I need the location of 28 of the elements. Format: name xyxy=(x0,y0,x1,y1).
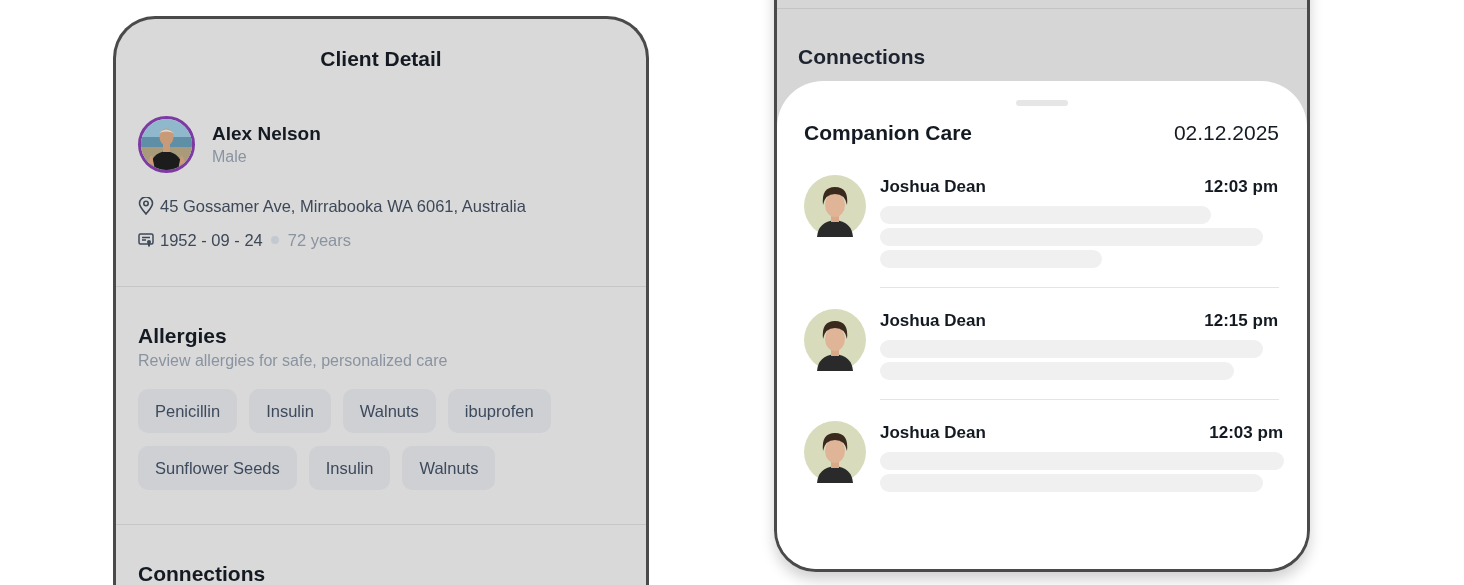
allergy-tag: Sunflower Seeds xyxy=(138,446,297,490)
section-subtitle: Review allergies for safe, personalized care xyxy=(138,351,449,371)
allergy-tag: Walnuts xyxy=(402,446,496,490)
person-name: Joshua Dean xyxy=(880,423,986,443)
section-title: Allergies xyxy=(138,323,228,349)
allergy-tag: Insulin xyxy=(249,389,331,433)
section-title: Connections xyxy=(797,44,927,70)
allergy-tag: ibuprofen xyxy=(447,389,551,433)
allergy-tag: Penicillin xyxy=(138,389,238,433)
sheet-title: Companion Care xyxy=(804,121,973,145)
sheet-handle[interactable] xyxy=(1015,100,1068,106)
person-name: Joshua Dean xyxy=(880,177,986,197)
entry-time: 12:03 pm xyxy=(1204,177,1278,197)
allergy-tag: Walnuts xyxy=(342,389,436,433)
certificate-icon xyxy=(138,232,154,248)
entry-time: 12:15 pm xyxy=(1204,311,1278,331)
entry-time: 12:03 pm xyxy=(1209,423,1283,443)
birth-date: 1952 - 09 - 24 xyxy=(160,230,263,251)
client-age: 72 years xyxy=(287,230,352,251)
person-name: Joshua Dean xyxy=(880,311,986,331)
allergy-tag: Insulin xyxy=(308,446,391,490)
section-title: Connections xyxy=(138,561,267,585)
screen-title: Client Detail xyxy=(319,47,443,71)
location-pin-icon xyxy=(138,197,154,215)
client-name: Alex Nelson xyxy=(212,121,321,146)
client-address: 45 Gossamer Ave, Mirrabooka WA 6061, Australia xyxy=(160,196,526,217)
client-gender: Male xyxy=(212,146,248,167)
sheet-date: 02.12.2025 xyxy=(1173,121,1279,145)
